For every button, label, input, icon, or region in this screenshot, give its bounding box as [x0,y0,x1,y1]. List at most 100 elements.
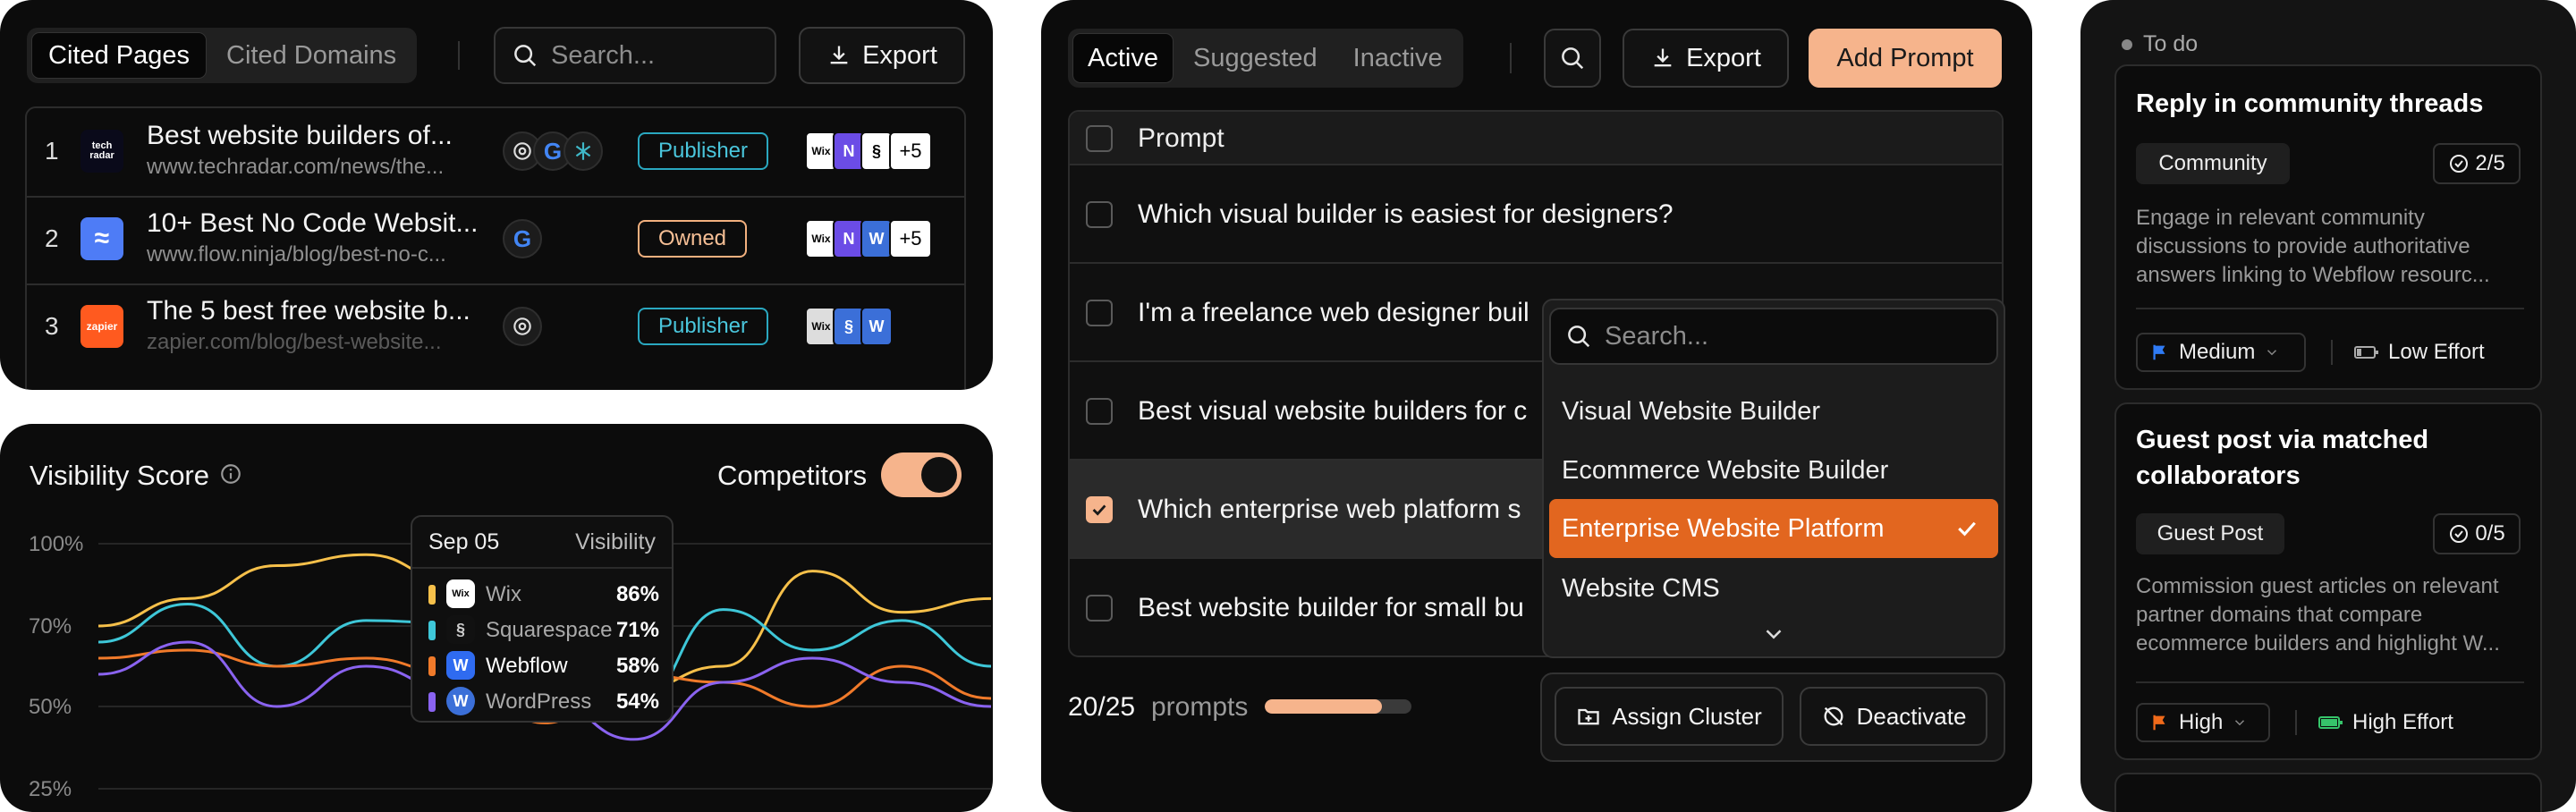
table-row[interactable]: 1 tech radar Best website builders of...… [25,108,966,196]
tooltip-name: Webflow [486,654,568,678]
table-header: Prompt [1070,112,2002,165]
badge-publisher: Publisher [638,308,768,345]
table-row[interactable]: 3 zapier The 5 best free website b... za… [25,283,966,371]
tooltip-item: § Squarespace 71% [428,613,659,646]
search-input[interactable]: Search... [494,27,776,84]
priority-label: Medium [2179,340,2256,364]
dropdown-option[interactable]: Website CMS [1549,562,1998,617]
chevron-down-icon [2235,720,2245,726]
wordpress-logo: W [860,219,893,258]
export-button[interactable]: Export [1623,29,1789,88]
check-icon [1958,521,1976,537]
dropdown-option[interactable]: Visual Website Builder [1549,385,1998,440]
export-label: Export [1686,43,1761,72]
techradar-logo: tech radar [80,130,123,173]
tab-suggested[interactable]: Suggested [1177,33,1334,83]
progress-fill [1265,699,1383,714]
chevron-down-icon [2267,350,2277,356]
table-row[interactable]: Which visual builder is easiest for desi… [1070,165,2002,264]
assign-cluster-button[interactable]: Assign Cluster [1555,687,1784,746]
chevron-down-icon[interactable] [1760,621,1787,647]
priority-select[interactable]: High [2136,703,2270,742]
chart-tooltip: Sep 05 Visibility Wix Wix 86% § Squaresp… [411,515,674,723]
wordpress-logo: W [860,307,893,346]
row-title[interactable]: The 5 best free website b... [147,296,470,326]
row-url: www.flow.ninja/blog/best-no-c... [147,242,446,266]
task-card[interactable]: Reply in community threads Community 2/5… [2114,64,2542,390]
tab-cited-pages[interactable]: Cited Pages [31,32,207,79]
assign-label: Assign Cluster [1612,702,1762,730]
tab-inactive[interactable]: Inactive [1337,33,1459,83]
row-rank: 3 [45,312,59,340]
more-count: +5 [889,219,932,258]
tooltip-item: Wix Wix 86% [428,578,659,610]
tab-active[interactable]: Active [1072,33,1174,83]
flowninja-logo: ≈ [80,217,123,260]
tooltip-name: Squarespace [486,618,613,642]
squarespace-logo: § [446,615,475,644]
search-icon [514,45,537,67]
prompts-card: Active Suggested Inactive Export Add Pro… [1041,0,2032,812]
option-label: Enterprise Website Platform [1562,514,1885,543]
google-icon: G [503,219,542,258]
battery-high-icon [2318,716,2343,729]
task-progress: 2/5 [2433,143,2521,184]
dropdown-search-input[interactable]: Search... [1549,308,1998,365]
tooltip-name: WordPress [486,689,592,714]
task-card[interactable]: Guest post via matched collaborators Gue… [2114,402,2542,760]
row-checkbox[interactable] [1086,201,1113,228]
search-placeholder: Search... [551,40,656,70]
row-prompt: Best website builder for small bu [1138,593,1524,622]
row-checkbox[interactable] [1086,300,1113,326]
openai-icon [503,307,542,346]
row-prompt: Which visual builder is easiest for desi… [1138,199,1674,229]
task-card-partial[interactable] [2114,773,2542,812]
table-row[interactable]: 2 ≈ 10+ Best No Code Websit... www.flow.… [25,196,966,283]
y-tick-label: 70% [29,614,72,639]
row-title[interactable]: Best website builders of... [147,121,453,151]
export-button[interactable]: Export [799,27,965,84]
tooltip-date: Sep 05 [428,529,500,554]
row-url: www.techradar.com/news/the... [147,155,445,179]
task-count: 2/5 [2475,151,2505,175]
squarespace-logo: § [860,131,893,171]
row-checkbox[interactable] [1086,398,1113,425]
column-prompt: Prompt [1138,123,1224,153]
check-circle-icon [2450,525,2469,543]
tab-cited-domains[interactable]: Cited Domains [210,32,412,79]
download-icon [830,46,848,64]
priority-label: High [2179,710,2224,734]
row-title[interactable]: 10+ Best No Code Websit... [147,208,478,239]
dropdown-option-selected[interactable]: Enterprise Website Platform [1549,499,1998,558]
disable-icon [1824,706,1843,726]
search-button[interactable] [1544,29,1601,88]
deactivate-label: Deactivate [1856,702,1967,730]
row-checkbox[interactable] [1086,595,1113,622]
row-checkbox-checked[interactable] [1086,496,1113,523]
perplexity-icon [564,131,603,171]
todo-card: To do Reply in community threads Communi… [2080,0,2576,812]
add-prompt-button[interactable]: Add Prompt [1809,29,2002,88]
tooltip-value: 71% [615,618,659,642]
option-label: Website CMS [1562,574,1720,603]
option-label: Ecommerce Website Builder [1562,456,1889,485]
effort-label: High Effort [2352,710,2453,734]
task-tag: Community [2136,143,2290,184]
priority-select[interactable]: Medium [2136,333,2306,372]
option-label: Visual Website Builder [1562,397,1821,426]
search-icon [1562,47,1584,70]
row-rank: 2 [45,224,59,252]
row-url: zapier.com/blog/best-website... [147,330,442,354]
dropdown-option[interactable]: Ecommerce Website Builder [1549,444,1998,499]
webflow-logo: W [446,651,475,680]
y-tick-label: 50% [29,695,72,719]
select-all-checkbox[interactable] [1086,125,1113,152]
tooltip-name: Wix [486,582,521,606]
visibility-card: Visibility Score Competitors 100% 70% 50% 2… [0,424,993,812]
todo-header: To do [2143,31,2199,56]
tooltip-value: 58% [615,654,659,678]
check-circle-icon [2450,155,2469,173]
task-description: Commission guest articles on relevant pa… [2136,574,2500,656]
y-tick-label: 100% [29,532,83,556]
deactivate-button[interactable]: Deactivate [1800,687,1987,746]
